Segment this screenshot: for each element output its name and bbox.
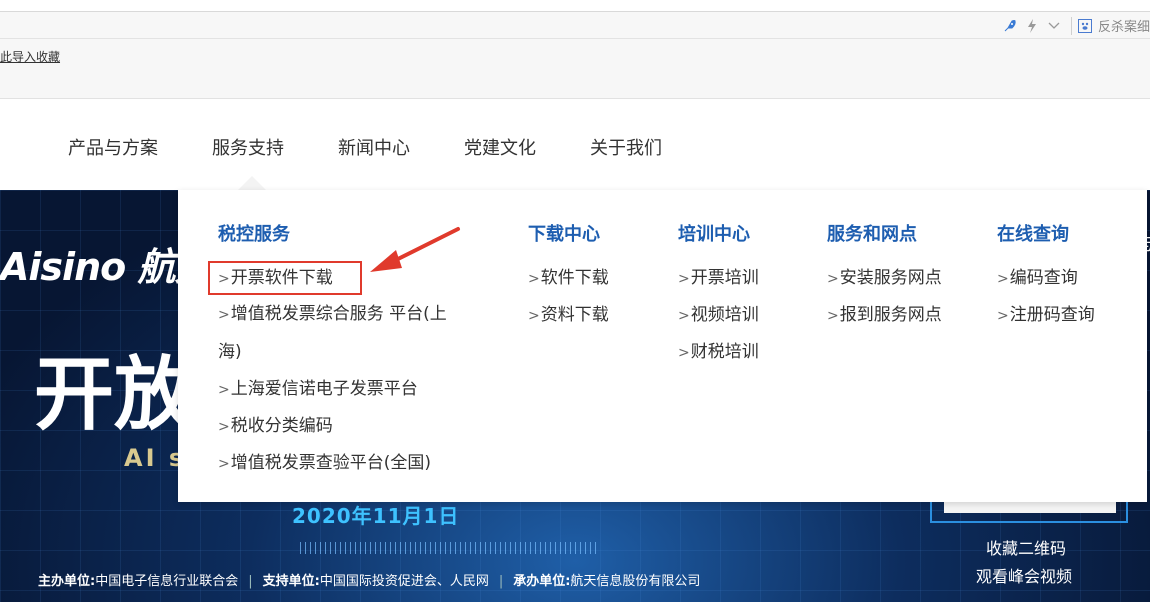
dd-link-registration-code-query[interactable]: >注册码查询: [997, 304, 1095, 327]
nav-party-culture[interactable]: 党建文化: [464, 134, 536, 160]
rocket-icon[interactable]: [999, 12, 1021, 39]
nav-service-support[interactable]: 服务支持: [212, 134, 284, 160]
footer-sep: |: [498, 574, 504, 589]
chevron-right-icon: >: [827, 308, 839, 324]
qr-caption-watch: 观看峰会视频: [976, 567, 1073, 586]
host-value: 中国电子信息行业联合会: [95, 574, 239, 589]
toolbar-divider: [1070, 16, 1072, 35]
extension-label[interactable]: 反杀案细: [1098, 16, 1150, 35]
nav-about[interactable]: 关于我们: [590, 134, 662, 160]
nav-news[interactable]: 新闻中心: [338, 134, 410, 160]
dd-link-label: 报到服务网点: [839, 305, 942, 325]
toolbar-right-group: 反杀案细: [999, 12, 1150, 39]
chevron-right-icon: >: [218, 271, 230, 287]
hero-brush-title: 开放: [34, 347, 194, 441]
support-label: 支持单位:: [262, 574, 320, 589]
dd-link-label: 增值税发票综合服务 平台(上海): [218, 304, 447, 362]
dd-link-label: 编码查询: [1009, 268, 1078, 288]
chevron-right-icon: >: [218, 382, 230, 398]
dd-link-label: 软件下载: [540, 268, 609, 288]
organizer-label: 承办单位:: [513, 574, 571, 589]
dd-link-label: 开票培训: [690, 268, 759, 288]
import-bookmarks-link[interactable]: 此导入收藏: [0, 48, 60, 65]
chevron-right-icon: >: [678, 345, 690, 361]
dd-link-label: 税收分类编码: [230, 416, 333, 436]
chevron-right-icon: >: [218, 307, 230, 323]
hero-ai-text: AI s: [124, 444, 187, 472]
organizer-value: 航天信息股份有限公司: [570, 574, 701, 589]
dd-heading-tax-control[interactable]: 税控服务: [218, 220, 290, 246]
paw-icon[interactable]: [1077, 18, 1092, 33]
dd-heading-training-center[interactable]: 培训中心: [678, 220, 750, 246]
qr-caption-collect: 收藏二维码: [986, 539, 1067, 558]
dd-link-label: 安装服务网点: [839, 268, 942, 288]
chevron-right-icon: >: [528, 308, 540, 324]
dd-link-installation-outlets[interactable]: >安装服务网点: [827, 267, 942, 290]
dd-link-label: 资料下载: [540, 305, 609, 325]
hero-date: 2020年11月1日: [292, 504, 460, 528]
host-label: 主办单位:: [38, 574, 96, 589]
dd-link-label: 开票软件下载: [230, 268, 333, 288]
dd-link-registration-outlets[interactable]: >报到服务网点: [827, 304, 942, 327]
site-nav: 产品与方案 服务支持 新闻中心 党建文化 关于我们: [0, 100, 1150, 190]
dd-link-vat-invoice-verification[interactable]: >增值税发票查验平台(全国): [218, 452, 431, 475]
lightning-icon[interactable]: [1021, 12, 1043, 39]
red-arrow-annotation: [370, 227, 460, 272]
dd-link-label: 财税培训: [690, 342, 759, 362]
dd-link-software-download[interactable]: >软件下载: [528, 267, 609, 290]
dd-link-vat-service-platform-shanghai[interactable]: >增值税发票综合服务 平台(上海): [218, 296, 463, 371]
chevron-right-icon: >: [678, 271, 690, 287]
dd-link-document-download[interactable]: >资料下载: [528, 304, 609, 327]
dd-link-finance-tax-training[interactable]: >财税培训: [678, 341, 759, 364]
dd-link-invoicing-training[interactable]: >开票培训: [678, 267, 759, 290]
footer-sep: |: [248, 574, 253, 589]
chevron-right-icon: >: [218, 456, 230, 472]
dd-heading-download-center[interactable]: 下载中心: [528, 220, 600, 246]
dd-heading-service-outlets[interactable]: 服务和网点: [827, 220, 917, 246]
dd-link-video-training[interactable]: >视频培训: [678, 304, 759, 327]
browser-toolbar: 反杀案细: [0, 12, 1150, 39]
chevron-right-icon: >: [528, 271, 540, 287]
browser-tab-strip: [0, 0, 1150, 12]
chevron-right-icon: >: [678, 308, 690, 324]
dd-link-label: 注册码查询: [1009, 305, 1095, 325]
hero-footer: 主办单位:中国电子信息行业联合会 | 支持单位:中国国际投资促进会、人民网 | 承办单位…: [38, 570, 700, 589]
dd-link-label: 增值税发票查验平台(全国): [230, 453, 431, 473]
bookmarks-bar: 此导入收藏: [0, 39, 1150, 99]
dd-link-code-query[interactable]: >编码查询: [997, 267, 1078, 290]
hero-decorative-ruler: [300, 542, 600, 554]
dd-heading-online-query[interactable]: 在线查询: [997, 220, 1069, 246]
dd-link-label: 视频培训: [690, 305, 759, 325]
dd-link-tax-classification-code[interactable]: >税收分类编码: [218, 415, 333, 438]
support-value: 中国国际投资促进会、人民网: [319, 574, 489, 589]
dropdown-pointer: [238, 176, 266, 190]
chevron-right-icon: >: [827, 271, 839, 287]
chevron-right-icon: >: [997, 308, 1009, 324]
chevron-down-icon[interactable]: [1043, 12, 1065, 39]
chevron-right-icon: >: [218, 419, 230, 435]
nav-products[interactable]: 产品与方案: [68, 134, 158, 160]
chevron-right-icon: >: [997, 271, 1009, 287]
service-support-dropdown: 税控服务 >开票软件下载 >增值税发票综合服务 平台(上海) >上海爱信诺电子发…: [178, 190, 1147, 502]
dd-link-invoice-software-download[interactable]: >开票软件下载: [218, 267, 333, 290]
dd-link-shanghai-einvoice-platform[interactable]: >上海爱信诺电子发票平台: [218, 378, 418, 401]
dd-link-label: 上海爱信诺电子发票平台: [230, 379, 418, 399]
